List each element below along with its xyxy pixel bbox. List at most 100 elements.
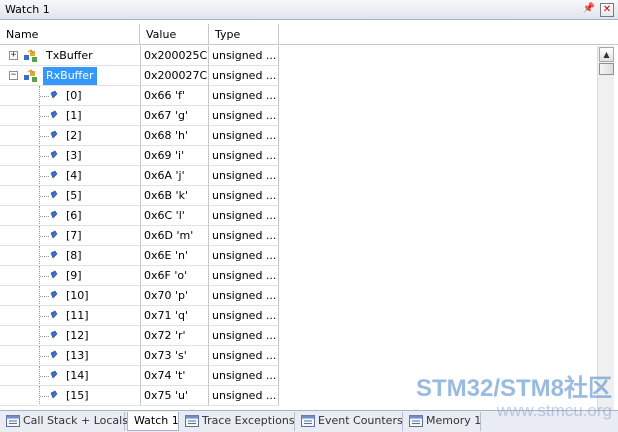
type-cell: unsigned ...	[209, 226, 279, 246]
value-cell[interactable]: 0x6A 'j'	[140, 166, 209, 186]
tab-watch-1[interactable]: Watch 1	[127, 412, 179, 431]
type-cell: unsigned ...	[209, 326, 279, 346]
tree-line	[40, 256, 49, 257]
value-cell[interactable]: 0x75 'u'	[140, 386, 209, 406]
name-cell[interactable]: + TxBuffer	[0, 46, 140, 66]
table-row[interactable]: [12] 0x72 'r' unsigned ...	[0, 326, 597, 346]
value-cell[interactable]: 0x69 'i'	[140, 146, 209, 166]
variable-name: [0]	[66, 89, 82, 102]
variable-name: TxBuffer	[46, 49, 93, 62]
name-cell[interactable]: [1]	[0, 106, 140, 126]
column-header-type[interactable]: Type	[209, 24, 279, 45]
vertical-scrollbar[interactable]: ▲	[597, 46, 614, 410]
value-cell[interactable]: 0x6F 'o'	[140, 266, 209, 286]
value-cell[interactable]: 0x68 'h'	[140, 126, 209, 146]
tab-trace-exceptions[interactable]: Trace Exceptions	[181, 412, 295, 431]
table-row[interactable]: [7] 0x6D 'm' unsigned ...	[0, 226, 597, 246]
tree-line	[40, 316, 49, 317]
pin-icon[interactable]: 📌	[582, 2, 596, 16]
array-element-icon	[50, 310, 58, 319]
value-cell[interactable]: 0x74 't'	[140, 366, 209, 386]
value-cell[interactable]: 0x66 'f'	[140, 86, 209, 106]
name-cell[interactable]: [2]	[0, 126, 140, 146]
name-cell[interactable]: [0]	[0, 86, 140, 106]
type-cell: unsigned ...	[209, 246, 279, 266]
table-row[interactable]: [3] 0x69 'i' unsigned ...	[0, 146, 597, 166]
name-cell[interactable]: [15]	[0, 386, 140, 406]
memory-icon	[409, 415, 423, 427]
variable-name: [1]	[66, 109, 82, 122]
table-row[interactable]: [13] 0x73 's' unsigned ...	[0, 346, 597, 366]
value-cell[interactable]: 0x71 'q'	[140, 306, 209, 326]
value-cell[interactable]: 0x67 'g'	[140, 106, 209, 126]
type-cell: unsigned ...	[209, 286, 279, 306]
title-bar: Watch 1 📌 ✕	[0, 0, 618, 20]
table-row[interactable]: − RxBuffer 0x200027C...unsigned ...	[0, 66, 597, 86]
scroll-thumb[interactable]	[599, 63, 614, 75]
array-element-icon	[50, 170, 58, 179]
table-row[interactable]: [1] 0x67 'g' unsigned ...	[0, 106, 597, 126]
type-cell: unsigned ...	[209, 186, 279, 206]
value-cell[interactable]: 0x70 'p'	[140, 286, 209, 306]
table-row[interactable]: [5] 0x6B 'k' unsigned ...	[0, 186, 597, 206]
array-element-icon	[50, 350, 58, 359]
table-row[interactable]: [9] 0x6F 'o' unsigned ...	[0, 266, 597, 286]
table-row[interactable]: + TxBuffer 0x200025C...unsigned ...	[0, 46, 597, 66]
value-cell[interactable]: 0x6D 'm'	[140, 226, 209, 246]
collapse-icon[interactable]: −	[9, 71, 18, 80]
tab-event-counters[interactable]: Event Counters	[297, 412, 403, 431]
type-cell: unsigned ...	[209, 166, 279, 186]
name-cell[interactable]: [11]	[0, 306, 140, 326]
variable-name: [2]	[66, 129, 82, 142]
table-row[interactable]: [11] 0x71 'q' unsigned ...	[0, 306, 597, 326]
tree-line	[40, 276, 49, 277]
value-cell[interactable]: 0x6E 'n'	[140, 246, 209, 266]
value-cell[interactable]: 0x6C 'l'	[140, 206, 209, 226]
name-cell[interactable]: [7]	[0, 226, 140, 246]
name-cell[interactable]: [10]	[0, 286, 140, 306]
table-row[interactable]: [4] 0x6A 'j' unsigned ...	[0, 166, 597, 186]
name-cell[interactable]: [14]	[0, 366, 140, 386]
name-cell[interactable]: [3]	[0, 146, 140, 166]
column-header-name[interactable]: Name	[0, 24, 140, 45]
variable-name: [9]	[66, 269, 82, 282]
name-cell[interactable]: [6]	[0, 206, 140, 226]
name-cell[interactable]: [5]	[0, 186, 140, 206]
array-element-icon	[50, 390, 58, 399]
expand-icon[interactable]: +	[9, 51, 18, 60]
name-cell[interactable]: [8]	[0, 246, 140, 266]
variable-name: [15]	[66, 389, 89, 402]
table-row[interactable]: [10] 0x70 'p' unsigned ...	[0, 286, 597, 306]
column-header-value[interactable]: Value	[140, 24, 209, 45]
close-button[interactable]: ✕	[600, 3, 614, 17]
name-cell[interactable]: [9]	[0, 266, 140, 286]
table-row[interactable]: [15] 0x75 'u' unsigned ...	[0, 386, 597, 406]
variable-name: RxBuffer	[43, 67, 97, 85]
variable-name: [13]	[66, 349, 89, 362]
type-cell: unsigned ...	[209, 386, 279, 406]
table-row[interactable]: [6] 0x6C 'l' unsigned ...	[0, 206, 597, 226]
value-cell[interactable]: 0x200025C...	[140, 46, 209, 66]
name-cell[interactable]: [13]	[0, 346, 140, 366]
table-row[interactable]: [0] 0x66 'f' unsigned ...	[0, 86, 597, 106]
name-cell[interactable]: [4]	[0, 166, 140, 186]
tab-call-stack-locals[interactable]: Call Stack + Locals	[2, 412, 128, 431]
table-row[interactable]: [2] 0x68 'h' unsigned ...	[0, 126, 597, 146]
table-row[interactable]: [8] 0x6E 'n' unsigned ...	[0, 246, 597, 266]
name-cell[interactable]: − RxBuffer	[0, 66, 140, 86]
array-element-icon	[50, 330, 58, 339]
table-row[interactable]: [14] 0x74 't' unsigned ...	[0, 366, 597, 386]
call-stack-icon	[6, 415, 20, 427]
variable-name: [11]	[66, 309, 89, 322]
value-cell[interactable]: 0x72 'r'	[140, 326, 209, 346]
value-cell[interactable]: 0x73 's'	[140, 346, 209, 366]
tree-line	[40, 376, 49, 377]
array-element-icon	[50, 210, 58, 219]
name-cell[interactable]: [12]	[0, 326, 140, 346]
scroll-up-button[interactable]: ▲	[599, 47, 614, 62]
tab-label: Trace Exceptions	[202, 414, 295, 427]
value-cell[interactable]: 0x6B 'k'	[140, 186, 209, 206]
tab-memory-1[interactable]: Memory 1	[405, 412, 481, 431]
tree-line	[40, 176, 49, 177]
value-cell[interactable]: 0x200027C...	[140, 66, 209, 86]
